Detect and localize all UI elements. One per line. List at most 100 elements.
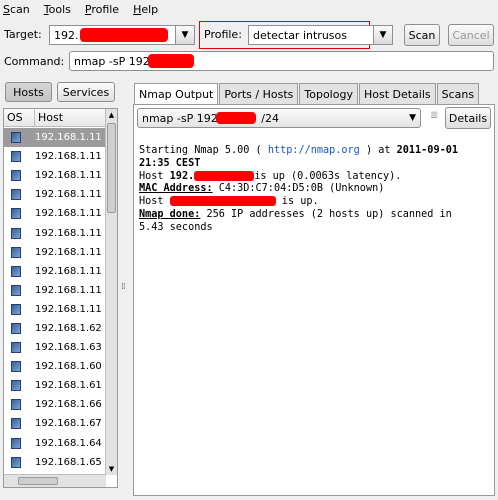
chevron-down-icon: ▼ xyxy=(409,113,416,123)
command-input[interactable]: nmap -sP 192. xyxy=(69,51,494,71)
host-address: 192.168.1.11 xyxy=(35,246,102,258)
host-address: 192.168.1.67 xyxy=(35,418,102,430)
host-row[interactable]: 192.168.1.66 xyxy=(4,395,106,414)
os-unknown-icon xyxy=(11,437,21,449)
column-header-os[interactable]: OS xyxy=(4,109,35,126)
details-button[interactable]: Details xyxy=(445,107,491,129)
tab-topology[interactable]: Topology xyxy=(299,83,358,104)
horizontal-scrollbar[interactable] xyxy=(4,474,106,487)
output-mac-label: MAC Address: xyxy=(139,183,213,195)
host-row[interactable]: 192.168.1.61 xyxy=(4,376,106,395)
host-row[interactable]: 192.168.1.11 xyxy=(4,300,106,319)
host-list-header: OS Host xyxy=(4,109,106,127)
os-unknown-icon xyxy=(11,151,21,163)
host-row[interactable]: 192.168.1.62 xyxy=(4,319,106,338)
profile-input[interactable]: detectar intrusos xyxy=(248,25,374,45)
menubar: Scan Tools Profile Help xyxy=(0,0,498,18)
host-row[interactable]: 192.168.1.11 xyxy=(4,128,106,148)
host-row[interactable]: 192.168.1.63 xyxy=(4,338,106,357)
tab-ports-hosts[interactable]: Ports / Hosts xyxy=(219,83,299,104)
menu-help[interactable]: Help xyxy=(133,3,158,16)
os-unknown-icon xyxy=(11,265,21,277)
host-row[interactable]: 192.168.1.11 xyxy=(4,204,106,223)
host-address: 192.168.1.11 xyxy=(35,208,102,220)
os-unknown-icon xyxy=(11,303,21,315)
host-row[interactable]: 192.168.1.11 xyxy=(4,243,106,262)
nmap-link[interactable]: http://nmap.org xyxy=(268,145,360,156)
host-address: 192.168.1.11 xyxy=(35,265,102,277)
host-address: 192.168.1.60 xyxy=(35,361,102,373)
host-address: 192.168.1.11 xyxy=(35,132,102,144)
output-done-label: Nmap done: xyxy=(139,208,201,220)
vertical-scrollbar[interactable]: ▲ ▼ xyxy=(105,109,117,475)
host-row[interactable]: 192.168.1.67 xyxy=(4,414,106,433)
host-rows: 192.168.1.11 192.168.1.11 192.168.1.11 192.… xyxy=(4,128,106,487)
host-address: 192.168.1.11 xyxy=(35,170,102,182)
host-row[interactable]: 192.168.1.11 xyxy=(4,281,106,300)
chevron-down-icon: ▼ xyxy=(379,30,387,40)
host-address: 192.168.1.61 xyxy=(35,380,102,392)
column-header-host[interactable]: Host xyxy=(35,109,63,126)
target-input-value: 192. xyxy=(54,28,79,42)
output-text: Host xyxy=(139,170,170,182)
os-unknown-icon xyxy=(11,189,21,201)
os-unknown-icon xyxy=(11,284,21,296)
output-text: is up (0.0063s latency). xyxy=(254,170,402,182)
host-row[interactable]: 192.168.1.60 xyxy=(4,357,106,376)
host-address: 192.168.1.65 xyxy=(35,456,102,468)
scrollbar-thumb[interactable] xyxy=(107,123,116,213)
os-unknown-icon xyxy=(11,227,21,239)
host-row[interactable]: 192.168.1.64 xyxy=(4,434,106,453)
target-label: Target: xyxy=(4,28,42,41)
profile-dropdown-button[interactable]: ▼ xyxy=(373,25,393,45)
output-date: 2011-09-01 xyxy=(396,145,458,156)
redaction-mark xyxy=(80,28,168,42)
output-text: ) at xyxy=(359,145,397,156)
cancel-button[interactable]: Cancel xyxy=(448,24,494,46)
host-row[interactable]: 192.168.1.11 xyxy=(4,166,106,185)
hosts-toggle-button[interactable]: Hosts xyxy=(5,82,52,102)
host-row[interactable]: 192.168.1.11 xyxy=(4,223,106,242)
pane-splitter-grip-icon[interactable]: ⁞⁞ xyxy=(121,282,126,292)
scrollbar-thumb[interactable] xyxy=(18,477,58,485)
profile-input-value: detectar intrusos xyxy=(253,28,347,42)
os-unknown-icon xyxy=(11,208,21,220)
host-address: 192.168.1.66 xyxy=(35,399,102,411)
redaction-mark xyxy=(169,196,276,207)
output-scan-selector-suffix: /24 xyxy=(261,111,279,125)
nmap-output-text: Starting Nmap 5.00 ( http://nmap.org ) a… xyxy=(139,145,489,235)
host-row[interactable]: 192.168.1.65 xyxy=(4,453,106,472)
target-dropdown-button[interactable]: ▼ xyxy=(175,25,195,45)
tab-nmap-output[interactable]: Nmap Output xyxy=(134,83,219,105)
os-unknown-icon xyxy=(11,132,21,144)
host-address: 192.168.1.11 xyxy=(35,284,102,296)
output-text: Host xyxy=(139,196,170,208)
output-scan-selector[interactable]: nmap -sP 192. /24 ▼ xyxy=(137,108,421,128)
host-row[interactable]: 192.168.1.11 xyxy=(4,147,106,166)
tab-bar: Nmap Output Ports / Hosts Topology Host Det… xyxy=(134,83,480,105)
scroll-down-arrow-icon[interactable]: ▼ xyxy=(106,463,117,475)
redaction-mark xyxy=(216,112,256,124)
os-unknown-icon xyxy=(11,456,21,468)
scan-button[interactable]: Scan xyxy=(404,24,440,46)
host-address: 192.168.1.11 xyxy=(35,227,102,239)
command-label: Command: xyxy=(4,55,65,68)
menu-profile[interactable]: Profile xyxy=(85,3,119,16)
services-toggle-button[interactable]: Services xyxy=(57,82,115,102)
redaction-mark xyxy=(148,54,194,68)
drag-handle-icon[interactable]: ≣ xyxy=(430,110,438,121)
tab-host-details[interactable]: Host Details xyxy=(358,83,436,104)
scroll-up-arrow-icon[interactable]: ▲ xyxy=(106,109,117,121)
output-time: 21:35 CEST xyxy=(139,157,201,169)
host-address: 192.168.1.62 xyxy=(35,322,102,334)
os-unknown-icon xyxy=(11,342,21,354)
menu-tools[interactable]: Tools xyxy=(44,3,71,16)
output-done-value: 256 IP addresses (2 hosts up) scanned in xyxy=(200,208,452,220)
host-address: 192.168.1.11 xyxy=(35,151,102,163)
host-row[interactable]: 192.168.1.11 xyxy=(4,185,106,204)
tab-scans[interactable]: Scans xyxy=(436,83,480,104)
host-list[interactable]: OS Host 192.168.1.11 192.168.1.11 192.168.… xyxy=(3,108,118,488)
menu-scan[interactable]: Scan xyxy=(3,3,30,16)
os-unknown-icon xyxy=(11,246,21,258)
host-row[interactable]: 192.168.1.11 xyxy=(4,262,106,281)
